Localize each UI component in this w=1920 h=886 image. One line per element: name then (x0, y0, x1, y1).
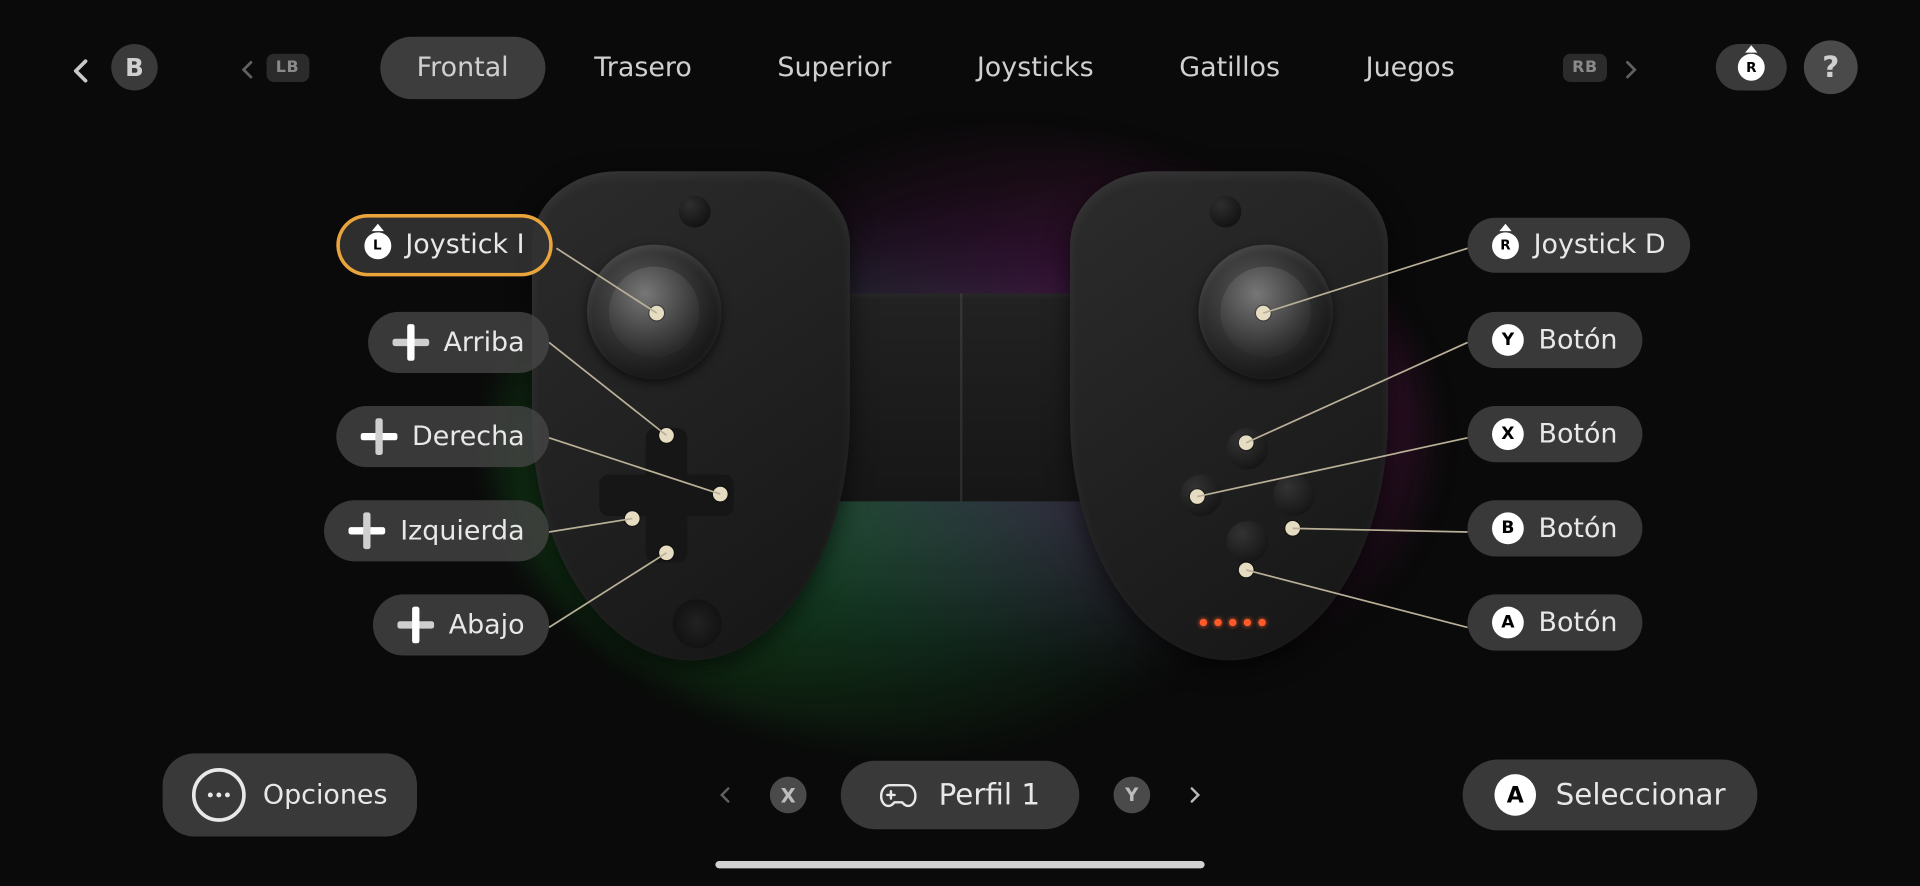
joystick-l-icon: L (364, 232, 391, 259)
options-icon (192, 768, 246, 822)
label-joystick-r-text: Joystick D (1534, 230, 1666, 261)
label-dpad-right-text: Derecha (412, 421, 525, 452)
a-icon: A (1492, 607, 1524, 639)
dpad-right-icon (361, 418, 398, 455)
select-button[interactable]: A Seleccionar (1463, 759, 1758, 830)
tab-joysticks[interactable]: Joysticks (940, 36, 1130, 98)
label-dpad-up-text: Arriba (444, 327, 525, 358)
label-joystick-l[interactable]: L Joystick I (339, 218, 549, 273)
dpad-down-icon (397, 607, 434, 644)
controller-diagram (532, 171, 1388, 697)
label-dpad-down-text: Abajo (449, 610, 525, 641)
label-dpad-up[interactable]: Arriba (368, 312, 549, 373)
label-btn-y[interactable]: Y Botón (1468, 312, 1642, 368)
profile-prev-hint: X (770, 777, 807, 814)
dpad-left-icon (349, 512, 386, 549)
profile-next-hint: Y (1113, 777, 1150, 814)
tabs-next-icon[interactable] (1620, 59, 1637, 76)
right-stick-pill[interactable]: R (1716, 44, 1787, 90)
label-dpad-left-text: Izquierda (400, 515, 524, 546)
back-hint-b: B (111, 44, 157, 90)
joystick-r-icon: R (1738, 54, 1765, 81)
lb-badge: LB (266, 53, 309, 81)
options-button[interactable]: Opciones (163, 753, 417, 836)
tabs-prev-icon[interactable] (237, 59, 254, 76)
rb-badge: RB (1562, 53, 1607, 81)
home-indicator (715, 861, 1204, 868)
tabs-row: LB Frontal Trasero Superior Joysticks Ga… (158, 36, 1716, 98)
b-icon: B (1492, 512, 1524, 544)
label-dpad-down[interactable]: Abajo (373, 594, 549, 655)
label-btn-b[interactable]: B Botón (1468, 500, 1642, 556)
label-joystick-r[interactable]: R Joystick D (1468, 218, 1691, 273)
tab-juegos[interactable]: Juegos (1329, 36, 1491, 98)
select-label: Seleccionar (1556, 778, 1726, 812)
help-button[interactable]: ? (1804, 40, 1858, 94)
label-dpad-left[interactable]: Izquierda (324, 500, 549, 561)
profile-switcher: X Perfil 1 Y (716, 761, 1204, 829)
back-button[interactable] (67, 56, 89, 78)
tab-frontal[interactable]: Frontal (380, 36, 545, 98)
label-btn-x[interactable]: X Botón (1468, 406, 1642, 462)
gamepad-icon (880, 780, 917, 809)
profile-chip[interactable]: Perfil 1 (841, 761, 1079, 829)
label-btn-a[interactable]: A Botón (1468, 594, 1642, 650)
x-icon: X (1492, 418, 1524, 450)
y-icon: Y (1492, 324, 1524, 356)
profile-label: Perfil 1 (939, 778, 1040, 812)
tab-superior[interactable]: Superior (741, 36, 928, 98)
profile-next-icon[interactable] (1184, 785, 1204, 805)
label-btn-y-text: Botón (1538, 325, 1617, 356)
joystick-r-label-icon: R (1492, 232, 1519, 259)
select-a-icon: A (1494, 774, 1536, 816)
label-btn-a-text: Botón (1538, 607, 1617, 638)
label-btn-b-text: Botón (1538, 513, 1617, 544)
tab-gatillos[interactable]: Gatillos (1143, 36, 1317, 98)
profile-prev-icon[interactable] (716, 785, 736, 805)
label-joystick-l-text: Joystick I (405, 230, 524, 261)
label-btn-x-text: Botón (1538, 419, 1617, 450)
label-dpad-right[interactable]: Derecha (336, 406, 549, 467)
dpad-up-icon (392, 324, 429, 361)
options-label: Opciones (263, 780, 388, 811)
tab-trasero[interactable]: Trasero (558, 36, 729, 98)
